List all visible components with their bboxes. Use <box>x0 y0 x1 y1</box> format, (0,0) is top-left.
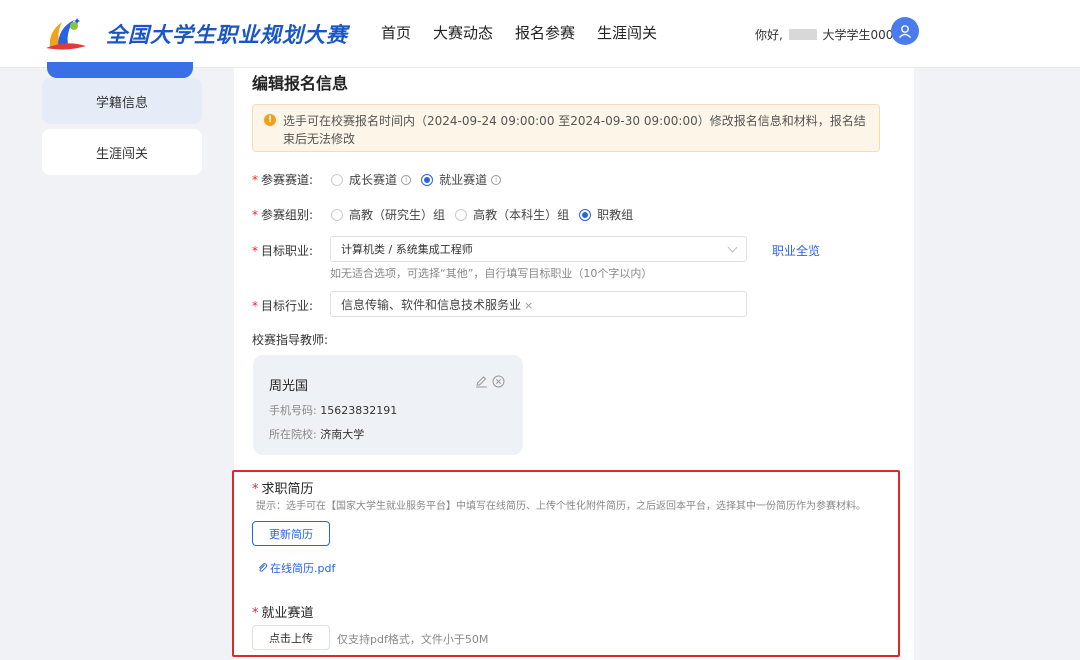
radio-label: 就业赛道 <box>439 173 488 187</box>
radio-circle <box>579 208 592 221</box>
user-icon <box>898 25 912 38</box>
site-title[interactable]: 全国大学生职业规划大赛 <box>106 19 348 49</box>
attachment-icon <box>259 563 268 572</box>
teacher-phone-value: 15623832191 <box>320 404 398 417</box>
page-title: 编辑报名信息 <box>252 74 349 93</box>
remove-circle-icon[interactable] <box>492 375 505 388</box>
resume-section-title: * 求职简历 <box>252 478 314 497</box>
radio-label: 成长赛道 <box>349 173 398 187</box>
upload-button[interactable]: 点击上传 <box>252 625 330 650</box>
required-mark: * <box>252 482 259 497</box>
teacher-school-value: 济南大学 <box>320 428 365 441</box>
required-mark: * <box>252 298 258 313</box>
notice-text: 选手可在校赛报名时间内（2024-09-24 09:00:00 至2024-09… <box>283 114 866 146</box>
teacher-school-label: 所在院校: <box>269 428 317 441</box>
info-icon[interactable]: i <box>491 174 502 185</box>
required-mark: * <box>252 172 258 187</box>
update-resume-button[interactable]: 更新简历 <box>252 521 330 546</box>
industry-row: * 目标行业: <box>252 297 313 314</box>
nav-register[interactable]: 报名参赛 <box>515 22 575 43</box>
career-select-value: 计算机类 / 系统集成工程师 <box>341 243 473 256</box>
radio-growth-track[interactable]: 成长赛道 i <box>331 171 412 188</box>
sidebar-item-career-challenge[interactable]: 生涯闯关 <box>42 129 202 175</box>
info-icon[interactable]: i <box>401 174 412 185</box>
logo-icon <box>46 18 86 50</box>
resume-file-name: 在线简历.pdf <box>270 562 336 575</box>
warning-icon: ! <box>264 114 276 126</box>
required-mark: * <box>252 243 258 258</box>
industry-select[interactable]: 信息传输、软件和信息技术服务业 × <box>330 291 747 317</box>
group-label: 参赛组别: <box>261 208 314 222</box>
teacher-school: 所在院校: 济南大学 <box>269 426 364 442</box>
required-mark: * <box>252 606 259 621</box>
radio-circle <box>331 173 344 186</box>
radio-circle <box>421 173 434 186</box>
sidebar-item-label: 学籍信息 <box>95 95 148 111</box>
industry-label: 目标行业: <box>261 299 314 313</box>
radio-vocational-group[interactable]: 职教组 <box>579 206 633 223</box>
industry-tag: 信息传输、软件和信息技术服务业 × <box>341 296 533 313</box>
tag-close-icon[interactable]: × <box>524 299 533 312</box>
nav-home[interactable]: 首页 <box>381 22 411 43</box>
user-greeting: 你好, 大学学生0001 <box>755 26 901 43</box>
track-row: * 参赛赛道: 成长赛道 i 就业赛道 i <box>252 171 511 188</box>
required-mark: * <box>252 207 258 222</box>
radio-label: 高教（本科生）组 <box>473 208 570 222</box>
career-hint: 如无适合选项，可选择“其他”，自行填写目标职业（10个字以内） <box>330 267 653 280</box>
main-nav: 首页 大赛动态 报名参赛 生涯闯关 <box>381 22 679 43</box>
notice-banner: ! 选手可在校赛报名时间内（2024-09-24 09:00:00 至2024-… <box>252 104 880 152</box>
nav-career-challenge[interactable]: 生涯闯关 <box>597 22 657 43</box>
upload-hint: 仅支持pdf格式，文件小于50M <box>337 633 489 646</box>
teacher-phone: 手机号码: 15623832191 <box>269 402 397 418</box>
radio-employment-track[interactable]: 就业赛道 i <box>421 171 502 188</box>
greeting-prefix: 你好, <box>755 28 783 42</box>
resume-title-text: 求职简历 <box>261 482 314 497</box>
career-overview-link[interactable]: 职业全览 <box>772 242 820 259</box>
top-header: 全国大学生职业规划大赛 首页 大赛动态 报名参赛 生涯闯关 你好, 大学学生00… <box>0 0 1080 68</box>
sidebar-item-student-info[interactable]: 学籍信息 <box>42 78 202 124</box>
resume-file-link[interactable]: 在线简历.pdf <box>257 560 335 576</box>
radio-graduate-group[interactable]: 高教（研究生）组 <box>331 206 445 223</box>
employment-title-text: 就业赛道 <box>261 606 314 621</box>
resume-hint: 提示：选手可在【国家大学生就业服务平台】中填写在线简历、上传个性化附件简历，之后… <box>256 501 866 512</box>
radio-label: 职教组 <box>597 208 634 222</box>
teacher-section-label: 校赛指导教师: <box>252 333 329 347</box>
chevron-down-icon <box>727 242 738 253</box>
teacher-card: 周光国 手机号码: 15623832191 所在院校: 济南大学 <box>253 355 523 455</box>
track-label: 参赛赛道: <box>261 173 314 187</box>
group-row: * 参赛组别: 高教（研究生）组 高教（本科生）组 职教组 <box>252 206 643 223</box>
sidebar-item-label: 生涯闯关 <box>95 146 148 162</box>
radio-undergrad-group[interactable]: 高教（本科生）组 <box>455 206 569 223</box>
redacted-mask <box>788 29 817 40</box>
radio-label: 高教（研究生）组 <box>349 208 446 222</box>
teacher-actions <box>475 374 505 388</box>
edit-icon[interactable] <box>475 375 488 388</box>
sidebar-active-tab-edge <box>47 62 193 78</box>
user-avatar[interactable] <box>891 17 919 45</box>
career-label: 目标职业: <box>261 244 314 258</box>
greeting-username: 大学学生0001 <box>822 28 902 42</box>
teacher-name: 周光国 <box>269 379 309 394</box>
industry-tag-text: 信息传输、软件和信息技术服务业 <box>341 297 522 312</box>
career-row: * 目标职业: <box>252 242 313 259</box>
teacher-phone-label: 手机号码: <box>269 404 317 417</box>
nav-news[interactable]: 大赛动态 <box>433 22 493 43</box>
career-select[interactable]: 计算机类 / 系统集成工程师 <box>330 236 747 262</box>
employment-section-title: * 就业赛道 <box>252 602 314 621</box>
radio-circle <box>455 208 468 221</box>
radio-circle <box>331 208 344 221</box>
